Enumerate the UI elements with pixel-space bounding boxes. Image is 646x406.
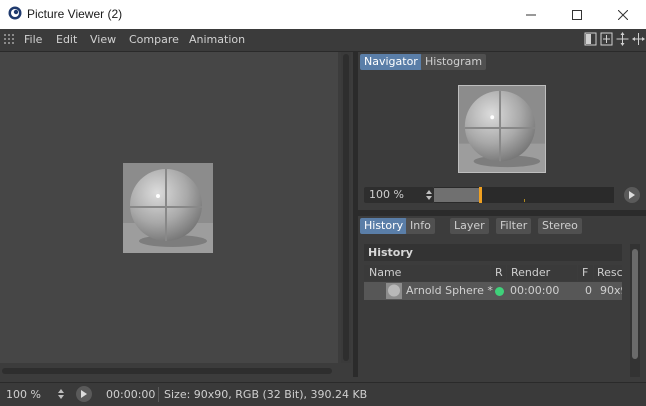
scroll-track[interactable]	[343, 54, 349, 361]
play-icon	[629, 191, 635, 199]
play-icon	[81, 390, 87, 398]
add-panel-icon[interactable]	[600, 32, 613, 46]
scroll-track[interactable]	[2, 368, 332, 374]
history-scrollbar[interactable]	[630, 244, 640, 377]
tab-layer[interactable]: Layer	[450, 218, 489, 234]
window-title: Picture Viewer (2)	[27, 7, 123, 21]
move-icon[interactable]	[616, 32, 629, 46]
table-row[interactable]: Arnold Sphere * 00:00:00 0 90x9	[364, 282, 622, 300]
column-header-r[interactable]: R	[491, 265, 506, 281]
zoom-field[interactable]: 100 %	[364, 187, 434, 203]
menu-view[interactable]: View	[90, 33, 116, 46]
zoom-slider[interactable]	[434, 187, 614, 203]
menu-compare[interactable]: Compare	[129, 33, 179, 46]
maximize-button[interactable]	[554, 0, 600, 29]
status-divider	[158, 387, 159, 402]
history-section-title: History	[364, 244, 622, 261]
minimize-button[interactable]	[508, 0, 554, 29]
rendered-image	[123, 163, 213, 253]
navigator-panel: Navigator Histogram 100 %	[358, 52, 646, 210]
column-header-name[interactable]: Name	[364, 265, 490, 281]
history-panel: History Info Layer Filter Stereo History…	[358, 216, 646, 377]
spinner-icon[interactable]	[58, 389, 64, 399]
render-status-icon	[495, 287, 504, 296]
spinner-icon[interactable]	[426, 190, 432, 200]
tab-stereo[interactable]: Stereo	[538, 218, 582, 234]
cinema4d-logo-icon	[8, 6, 22, 20]
maximize-icon	[572, 9, 582, 20]
zoom-play-button[interactable]	[624, 187, 640, 203]
tab-histogram[interactable]: Histogram	[421, 54, 487, 70]
tab-info[interactable]: Info	[406, 218, 435, 234]
tab-history[interactable]: History	[360, 218, 408, 234]
status-time: 00:00:00	[106, 388, 156, 401]
tab-navigator[interactable]: Navigator	[360, 54, 422, 70]
pan-icon[interactable]	[632, 32, 645, 46]
status-zoom[interactable]: 100 %	[6, 388, 41, 401]
menu-edit[interactable]: Edit	[56, 33, 77, 46]
row-frame: 0	[585, 284, 592, 297]
menu-bar: File Edit View Compare Animation	[0, 29, 646, 52]
tab-filter[interactable]: Filter	[496, 218, 532, 234]
column-header-render-time[interactable]: Render Time	[507, 265, 577, 295]
status-bar: 100 % 00:00:00 Size: 90x90, RGB (32 Bit)…	[0, 382, 646, 406]
horizontal-scrollbar[interactable]	[0, 365, 338, 377]
thumbnail-icon	[386, 283, 402, 299]
image-viewport[interactable]	[0, 52, 338, 363]
row-name: Arnold Sphere *	[406, 284, 493, 297]
status-play-button[interactable]	[76, 386, 92, 402]
column-header-frame[interactable]: F	[578, 265, 593, 281]
menu-file[interactable]: File	[24, 33, 42, 46]
single-view-icon[interactable]	[584, 32, 597, 46]
column-header-resolution[interactable]: Resc	[594, 265, 622, 281]
navigator-preview[interactable]	[458, 85, 546, 173]
close-button[interactable]	[600, 0, 646, 29]
zoom-slider-fill	[434, 188, 479, 202]
zoom-value: 100 %	[369, 188, 404, 201]
title-bar: Picture Viewer (2)	[0, 0, 646, 29]
row-render-time: 00:00:00	[510, 284, 560, 297]
row-resolution: 90x9	[600, 284, 622, 297]
zoom-slider-handle[interactable]	[479, 187, 482, 203]
vertical-scrollbar[interactable]	[341, 52, 351, 363]
close-icon	[618, 9, 628, 20]
scroll-thumb[interactable]	[632, 249, 638, 359]
grip-icon	[4, 34, 14, 44]
status-info: Size: 90x90, RGB (32 Bit), 390.24 KB	[164, 388, 368, 401]
zoom-tick	[524, 199, 525, 202]
minimize-icon	[526, 14, 536, 15]
menu-animation[interactable]: Animation	[189, 33, 245, 46]
